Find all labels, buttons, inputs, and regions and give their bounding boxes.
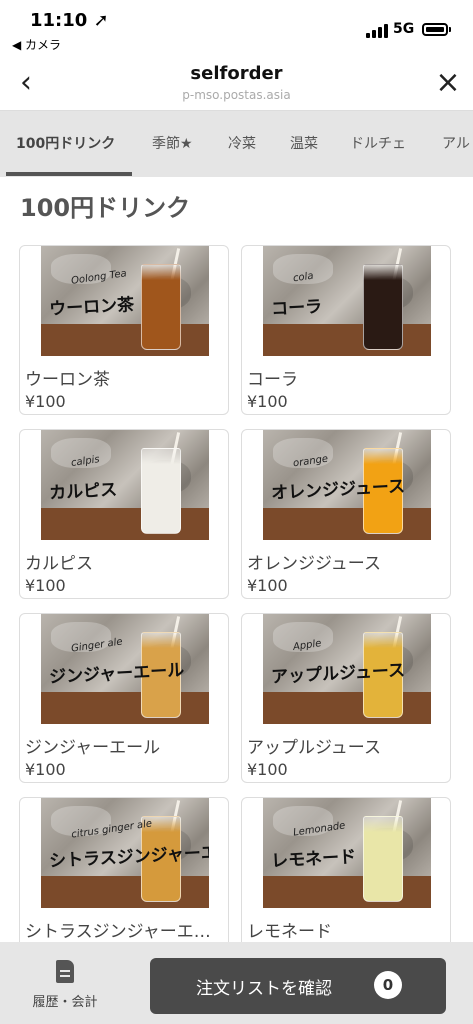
view-order-list-button[interactable]: 注文リストを確認 0 [150,958,446,1014]
signal-icon [366,24,388,38]
history-checkout-button[interactable]: 履歴・会計 [20,952,110,1022]
active-tab-indicator [6,172,132,176]
site-url: p-mso.postas.asia [182,88,291,102]
status-bar: 11:10 ➚ ◀ カメラ 5G [0,0,473,56]
close-icon[interactable]: × [434,68,462,98]
menu-item-card[interactable]: calpis カルピス カルピス ¥100 [19,429,229,599]
tab-100yen-drink[interactable]: 100円ドリンク [16,133,115,153]
tab-dolce[interactable]: ドルチェ [350,133,406,153]
history-checkout-label: 履歴・会計 [32,995,98,1010]
menu-item-name: ジンジャーエール [25,738,161,758]
drink-photo: calpis カルピス [41,430,209,540]
menu-item-price: ¥100 [247,576,288,595]
photo-script-label: アップルジュース [270,660,406,688]
photo-script-label: レモネード [270,847,357,872]
drink-photo: Lemonade レモネード [263,798,431,908]
category-tabs: 100円ドリンク 季節★ 冷菜 温菜 ドルチェ アル [0,111,473,177]
photo-script-label: コーラ [270,296,323,320]
document-icon [56,960,74,983]
page-title: selforder [190,63,283,84]
menu-item-name: オレンジジュース [247,554,381,574]
tab-cold-dishes[interactable]: 冷菜 [228,133,256,153]
order-count-badge: 0 [374,971,402,999]
back-to-app-link[interactable]: ◀ カメラ [12,36,61,53]
menu-item-name: コーラ [247,370,298,390]
photo-script-label: シトラスジンジャーエール [48,841,209,872]
bottom-bar: 履歴・会計 注文リストを確認 0 [0,942,473,1024]
menu-item-card[interactable]: Apple アップルジュース アップルジュース ¥100 [241,613,451,783]
network-type: 5G [393,21,415,37]
photo-script-label: ウーロン茶 [48,295,135,320]
photo-script-label: オレンジジュース [270,476,406,504]
menu-item-name: アップルジュース [247,738,381,758]
menu-item-name: カルピス [25,554,93,574]
drink-photo: citrus ginger ale シトラスジンジャーエール [41,798,209,908]
menu-item-name: ウーロン茶 [25,370,110,390]
menu-item-card[interactable]: orange オレンジジュース オレンジジュース ¥100 [241,429,451,599]
tab-hot-dishes[interactable]: 温菜 [290,133,318,153]
menu-item-price: ¥100 [247,392,288,411]
menu-item-card[interactable]: cola コーラ コーラ ¥100 [241,245,451,415]
drink-photo: Ginger ale ジンジャーエール [41,614,209,724]
menu-item-price: ¥100 [247,760,288,779]
photo-script-label: ジンジャーエール [48,660,185,688]
menu-item-name: レモネード [247,922,332,942]
drink-photo: orange オレンジジュース [263,430,431,540]
menu-item-card[interactable]: Ginger ale ジンジャーエール ジンジャーエール ¥100 [19,613,229,783]
drink-photo: cola コーラ [263,246,431,356]
browser-header: ‹ selforder p-mso.postas.asia × [0,56,473,111]
menu-item-card[interactable]: Oolong Tea ウーロン茶 ウーロン茶 ¥100 [19,245,229,415]
photo-script-label: カルピス [48,480,118,504]
clock: 11:10 ➚ [30,10,109,31]
drink-photo: Apple アップルジュース [263,614,431,724]
tab-alcohol[interactable]: アル [442,133,470,153]
menu-item-price: ¥100 [25,760,66,779]
menu-item-price: ¥100 [25,392,66,411]
menu-item-price: ¥100 [25,576,66,595]
section-title: 100円ドリンク [20,194,191,222]
tab-seasonal[interactable]: 季節★ [152,133,193,153]
order-button-label: 注文リストを確認 [196,979,332,999]
drink-photo: Oolong Tea ウーロン茶 [41,246,209,356]
menu-item-name: シトラスジンジャーエ… [25,922,211,942]
battery-icon [422,23,448,36]
